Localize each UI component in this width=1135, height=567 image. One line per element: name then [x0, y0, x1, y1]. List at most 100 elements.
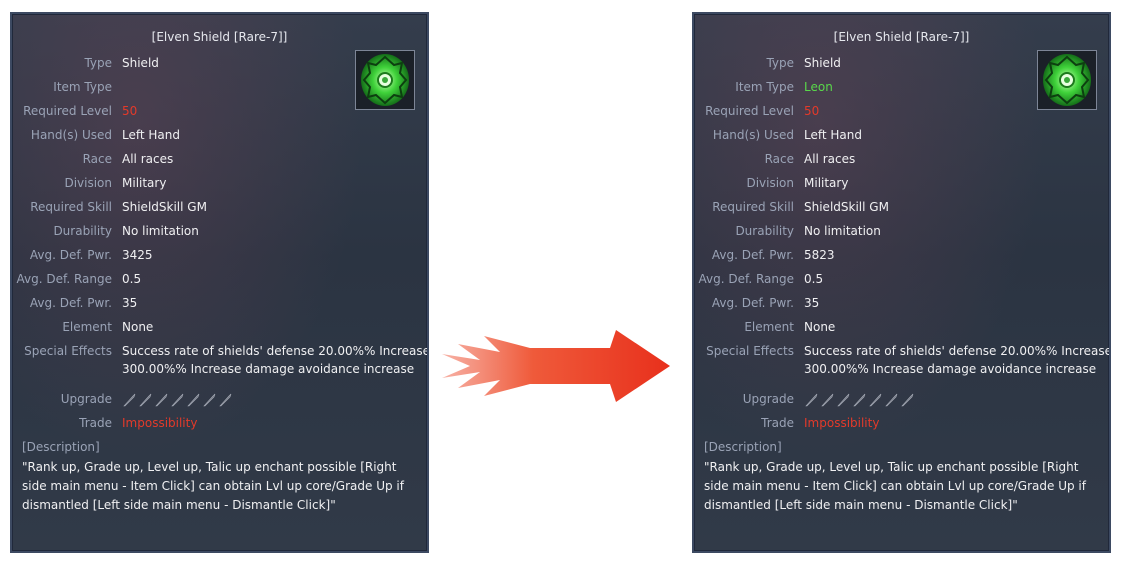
- stat-value: Success rate of shields' defense 20.00%%…: [122, 344, 429, 358]
- stat-value: Left Hand: [122, 128, 180, 142]
- upgrade-slot-icon: [884, 393, 900, 410]
- upgrade-slot-icon: [218, 393, 234, 410]
- upgrade-slot-icon: [900, 393, 916, 410]
- stat-value: Leon: [804, 80, 833, 94]
- stat-value: Impossibility: [804, 416, 880, 430]
- stat-value: Left Hand: [804, 128, 862, 142]
- stat-row: Upgrade: [694, 390, 1104, 408]
- stat-row: Hand(s) Used Left Hand: [694, 126, 1104, 144]
- stat-label: Avg. Def. Pwr.: [711, 248, 794, 262]
- stat-value: Shield: [122, 56, 159, 70]
- stat-row: Item Type Leon: [694, 78, 1104, 96]
- stat-label: Item Type: [53, 80, 112, 94]
- stat-value: Success rate of shields' defense 20.00%%…: [804, 344, 1111, 358]
- upgrade-slot-icon: [868, 393, 884, 410]
- stat-label: Hand(s) Used: [712, 128, 794, 142]
- stat-label: Avg. Def. Pwr.: [711, 296, 794, 310]
- description-text: "Rank up, Grade up, Level up, Talic up e…: [22, 460, 404, 512]
- stat-label: Type: [766, 56, 794, 70]
- upgrade-slot-icon: [804, 393, 820, 410]
- upgrade-slots: [804, 393, 916, 407]
- upgrade-slot-icon: [202, 393, 218, 410]
- stat-label: Division: [64, 176, 112, 190]
- stat-label: Upgrade: [742, 392, 794, 406]
- stat-row: Avg. Def. Pwr. 5823: [694, 246, 1104, 264]
- stat-label: Avg. Def. Range: [698, 272, 795, 286]
- stat-value: None: [804, 320, 836, 334]
- description-label: [Description]: [22, 440, 100, 454]
- upgrade-slot-icon: [186, 393, 202, 410]
- stat-value: ShieldSkill GM: [804, 200, 889, 214]
- stat-value: No limitation: [122, 224, 199, 238]
- stat-row: Durability No limitation: [12, 222, 422, 240]
- stat-label: Race: [764, 152, 794, 166]
- stat-label: Upgrade: [60, 392, 112, 406]
- stat-label: Avg. Def. Pwr.: [29, 248, 112, 262]
- stat-row: Avg. Def. Range 0.5: [12, 270, 422, 288]
- stat-row: Element None: [694, 318, 1104, 336]
- description-text: "Rank up, Grade up, Level up, Talic up e…: [704, 460, 1086, 512]
- stat-label: Required Skill: [712, 200, 794, 214]
- stat-label: Race: [82, 152, 112, 166]
- stat-value: 50: [804, 104, 820, 118]
- stat-row: Race All races: [12, 150, 422, 168]
- upgrade-slot-icon: [154, 393, 170, 410]
- stat-row: Type Shield: [12, 54, 422, 72]
- stat-value: 3425: [122, 248, 153, 262]
- upgrade-slots: [122, 393, 234, 407]
- stat-row: Race All races: [694, 150, 1104, 168]
- stat-row: Avg. Def. Pwr. 35: [694, 294, 1104, 312]
- stat-label: Element: [744, 320, 794, 334]
- stat-label: Special Effects: [706, 344, 794, 358]
- stat-value: All races: [122, 152, 174, 166]
- stat-value: No limitation: [804, 224, 881, 238]
- stat-value-continued: 300.00%% Increase damage avoidance incre…: [804, 362, 1097, 376]
- stat-value: 5823: [804, 248, 835, 262]
- stat-value: None: [122, 320, 154, 334]
- stat-row: Special Effects Success rate of shields' …: [694, 342, 1109, 376]
- upgrade-slot-icon: [836, 393, 852, 410]
- stat-row: Type Shield: [694, 54, 1104, 72]
- upgrade-slot-icon: [170, 393, 186, 410]
- upgrade-slot-icon: [820, 393, 836, 410]
- stat-label: Special Effects: [24, 344, 112, 358]
- stat-row: Trade Impossibility: [694, 414, 1104, 432]
- stat-label: Durability: [735, 224, 794, 238]
- upgrade-slot-icon: [122, 393, 138, 410]
- stat-value: 0.5: [122, 272, 142, 286]
- stat-label: Division: [746, 176, 794, 190]
- right-arrow-icon: [442, 330, 670, 402]
- stat-row: Division Military: [12, 174, 422, 192]
- stat-value-continued: 300.00%% Increase damage avoidance incre…: [122, 362, 415, 376]
- stat-value: 0.5: [804, 272, 824, 286]
- stat-row: Special Effects Success rate of shields' …: [12, 342, 427, 376]
- item-title: [Elven Shield [Rare-7]]: [833, 30, 970, 44]
- stat-row: Division Military: [694, 174, 1104, 192]
- description-label: [Description]: [704, 440, 782, 454]
- stat-value: 50: [122, 104, 138, 118]
- stat-label: Durability: [53, 224, 112, 238]
- stat-row: Element None: [12, 318, 422, 336]
- stat-label: Avg. Def. Range: [16, 272, 113, 286]
- stat-value: Impossibility: [122, 416, 198, 430]
- stat-row: Upgrade: [12, 390, 422, 408]
- stat-row: Avg. Def. Pwr. 35: [12, 294, 422, 312]
- stat-value: Military: [804, 176, 849, 190]
- stat-value: 35: [804, 296, 820, 310]
- upgrade-slot-icon: [138, 393, 154, 410]
- stat-label: Item Type: [735, 80, 794, 94]
- stat-label: Trade: [79, 416, 112, 430]
- stat-row: Durability No limitation: [694, 222, 1104, 240]
- stat-value: Shield: [804, 56, 841, 70]
- stat-label: Trade: [761, 416, 794, 430]
- stat-label: Required Level: [705, 104, 794, 118]
- stat-value: All races: [804, 152, 856, 166]
- stat-row: Item Type: [12, 78, 422, 96]
- stat-label: Type: [84, 56, 112, 70]
- stat-label: Avg. Def. Pwr.: [29, 296, 112, 310]
- stat-label: Required Skill: [30, 200, 112, 214]
- stat-row: Required Level 50: [12, 102, 422, 120]
- stat-row: Trade Impossibility: [12, 414, 422, 432]
- stat-row: Required Skill ShieldSkill GM: [694, 198, 1104, 216]
- item-tooltip-after: [Elven Shield [Rare-7]] Type Shield Item Ty…: [692, 12, 1111, 553]
